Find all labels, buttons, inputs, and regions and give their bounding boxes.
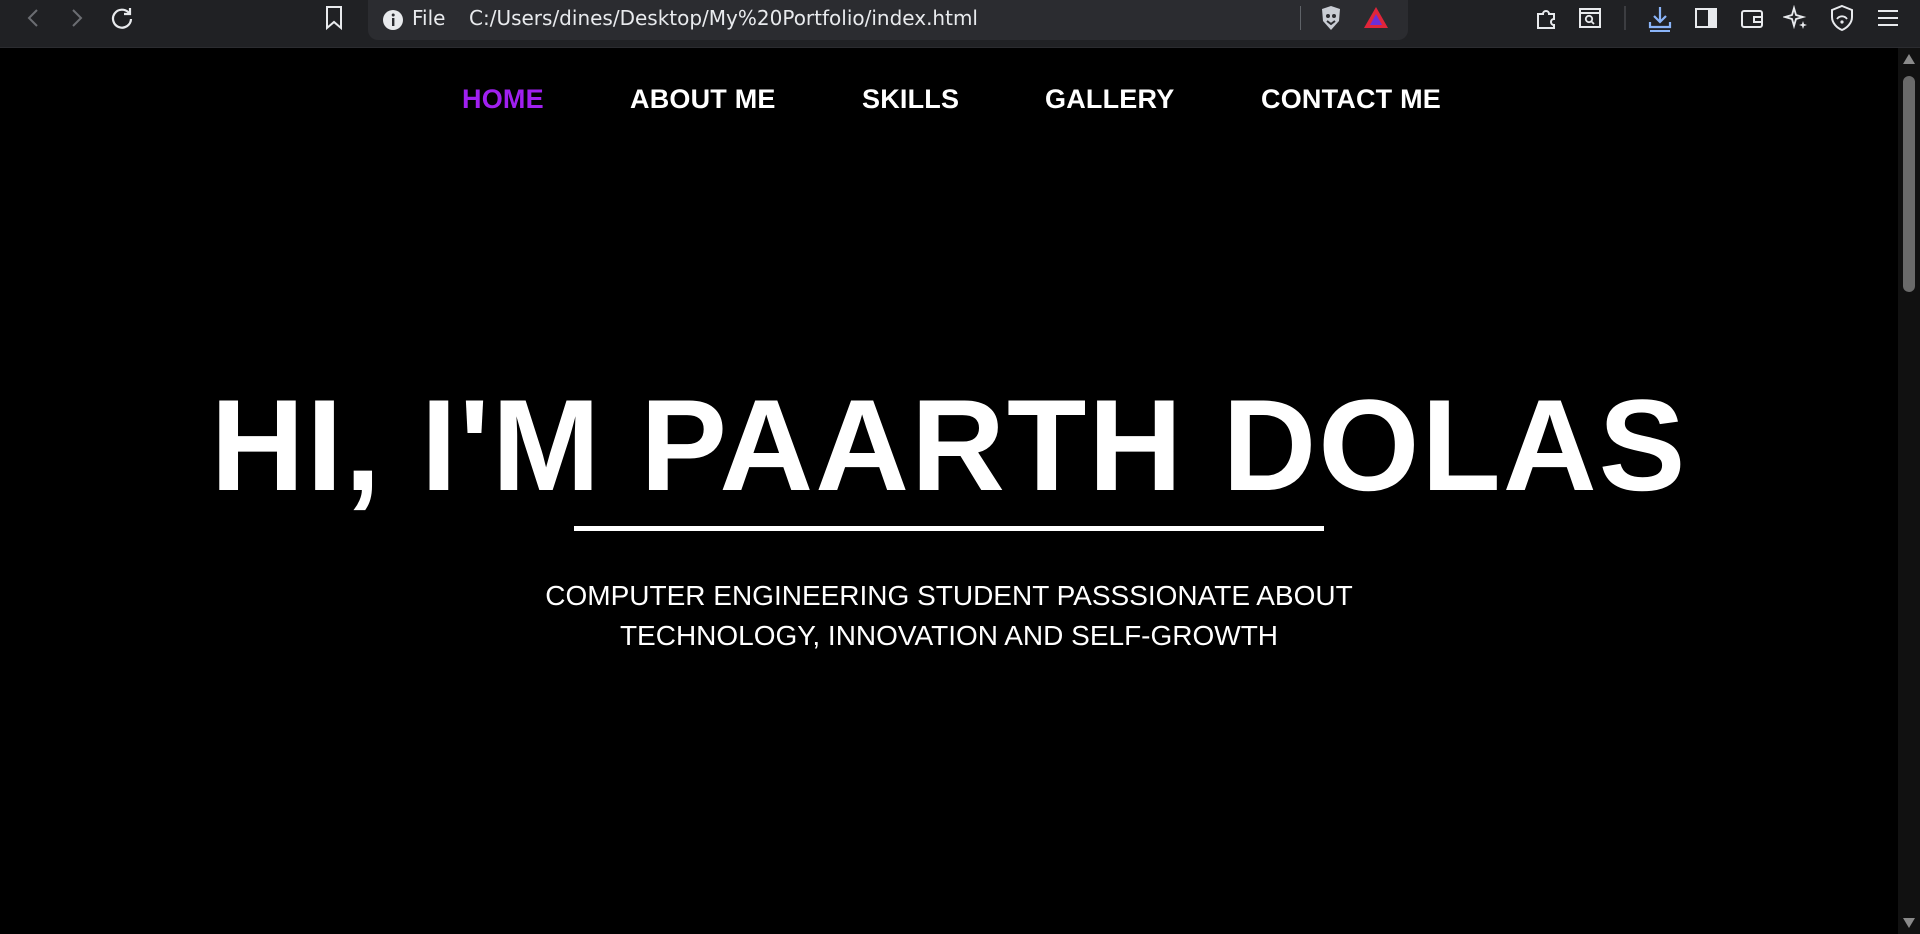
leo-ai-icon — [1783, 5, 1807, 30]
scroll-thumb[interactable] — [1903, 76, 1915, 292]
back-button[interactable] — [16, 2, 52, 34]
downloads-button[interactable] — [1642, 2, 1678, 34]
reload-button[interactable] — [104, 2, 140, 34]
nav-item-gallery[interactable]: GALLERY — [1045, 84, 1174, 115]
sidebar-button[interactable] — [1688, 2, 1724, 34]
forward-icon — [72, 9, 83, 27]
page-scrollbar[interactable] — [1898, 48, 1920, 934]
address-divider — [1300, 6, 1301, 30]
address-scheme-label: File — [412, 6, 446, 30]
menu-icon — [1878, 10, 1898, 26]
extensions-button[interactable] — [1528, 2, 1564, 34]
bookmark-icon — [326, 6, 342, 31]
menu-button[interactable] — [1870, 2, 1906, 34]
search-tab-icon — [1579, 8, 1601, 28]
info-icon[interactable] — [382, 9, 404, 36]
forward-button[interactable] — [58, 2, 94, 34]
hero-title: HI, I'M PAARTH DOLAS — [210, 372, 1688, 518]
downloads-icon — [1648, 7, 1672, 32]
leo-ai-button[interactable] — [1778, 2, 1814, 34]
nav-item-contact-me[interactable]: CONTACT ME — [1261, 84, 1441, 115]
wallet-icon — [1741, 10, 1763, 28]
bookmark-button[interactable] — [316, 2, 352, 34]
sidebar-icon — [1695, 8, 1717, 28]
back-icon — [27, 9, 38, 27]
nav-item-about-me[interactable]: ABOUT ME — [630, 84, 776, 115]
hero-divider — [574, 526, 1324, 531]
address-url[interactable]: C:/Users/dines/Desktop/My%20Portfolio/in… — [469, 6, 978, 30]
browser-toolbar: File C:/Users/dines/Desktop/My%20Portfol… — [0, 0, 1920, 48]
brave-shields-icon[interactable] — [1318, 4, 1344, 37]
vpn-button[interactable] — [1824, 2, 1860, 34]
hero-subtitle: COMPUTER ENGINEERING STUDENT PASSSIONATE… — [545, 580, 1353, 651]
reload-icon — [111, 8, 133, 29]
scroll-up-arrow-icon[interactable] — [1903, 54, 1915, 64]
nav-item-home[interactable]: HOME — [462, 84, 544, 115]
search-tab-button[interactable] — [1572, 2, 1608, 34]
vpn-icon — [1831, 4, 1853, 32]
address-bar[interactable]: File C:/Users/dines/Desktop/My%20Portfol… — [368, 0, 1408, 40]
main-nav: HOME ABOUT ME SKILLS GALLERY CONTACT ME — [0, 78, 1898, 122]
toolbar-divider — [1624, 6, 1626, 30]
extensions-icon — [1537, 10, 1555, 29]
nav-item-skills[interactable]: SKILLS — [862, 84, 959, 115]
wallet-button[interactable] — [1734, 2, 1770, 34]
brave-rewards-icon[interactable] — [1362, 4, 1390, 37]
scroll-down-arrow-icon[interactable] — [1903, 918, 1915, 928]
